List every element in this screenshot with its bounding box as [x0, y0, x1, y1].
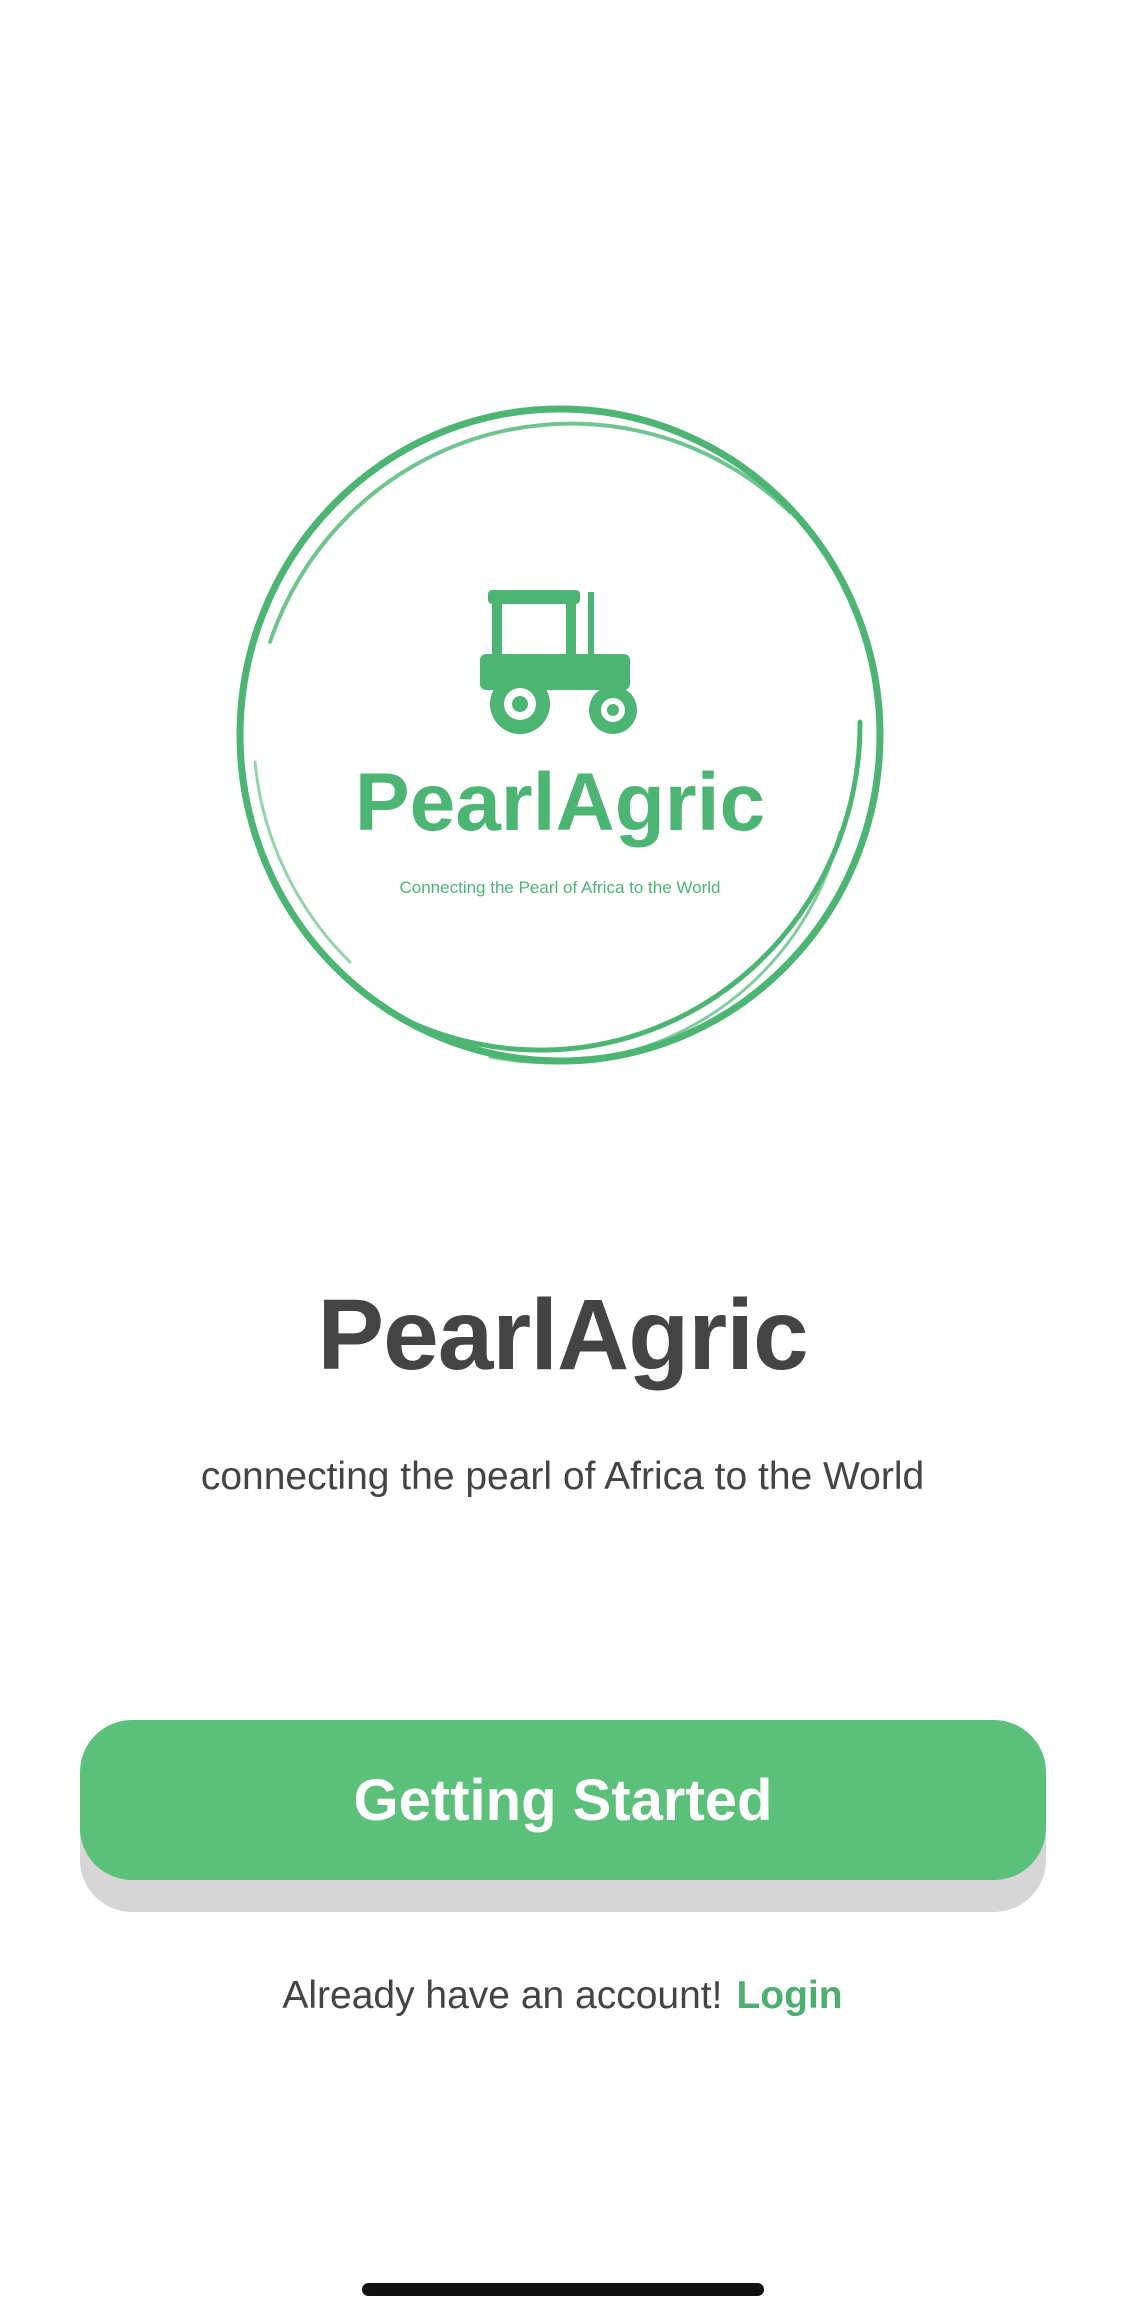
- app-title: PearlAgric: [317, 1279, 808, 1391]
- logo-name-text: PearlAgric: [355, 757, 765, 848]
- home-indicator: [362, 2283, 764, 2296]
- app-tagline: connecting the pearl of Africa to the Wo…: [200, 1455, 925, 1498]
- login-prompt-row: Already have an account! Login: [0, 1968, 1125, 2024]
- login-prompt-text: Already have an account!: [282, 1974, 723, 2017]
- logo-tagline-text: Connecting the Pearl of Africa to the Wo…: [400, 878, 721, 897]
- login-link[interactable]: Login: [736, 1974, 842, 2017]
- app-logo: PearlAgric Connecting the Pearl of Afric…: [230, 402, 890, 1072]
- getting-started-button[interactable]: Getting Started: [80, 1720, 1046, 1880]
- tractor-icon: [480, 590, 637, 734]
